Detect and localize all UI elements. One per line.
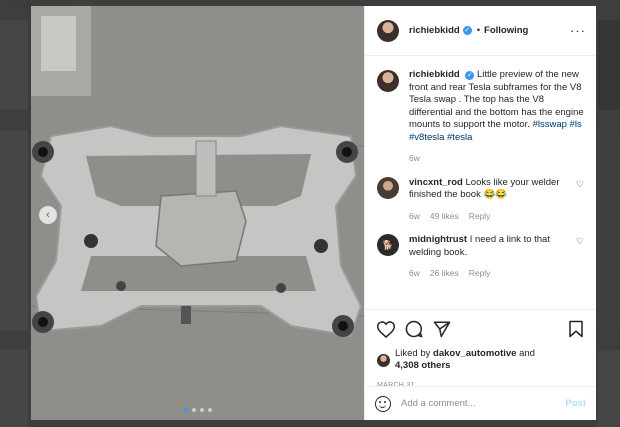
author-avatar[interactable]	[377, 19, 399, 42]
author-username[interactable]: richiebkidd	[409, 25, 460, 36]
commenter-avatar[interactable]: 🐕	[377, 234, 399, 256]
caption-age: 6w	[409, 153, 420, 163]
more-options-icon[interactable]: ···	[570, 23, 586, 38]
reply-button[interactable]: Reply	[469, 267, 491, 280]
add-comment-bar: Post	[365, 386, 596, 420]
post-actions: Liked by dakov_automotive and 4,308 othe…	[365, 309, 596, 389]
following-button[interactable]: Following	[484, 25, 528, 36]
verified-badge-icon: ✓	[465, 71, 475, 80]
bookmark-icon[interactable]	[568, 320, 584, 338]
comment-age: 6w	[409, 268, 420, 278]
carousel-dot	[183, 408, 188, 412]
reply-button[interactable]: Reply	[469, 210, 491, 223]
post-header: richiebkidd ✓ • Following ···	[365, 6, 596, 56]
comment-item: vincxnt_rod Looks like your welder finis…	[377, 176, 584, 223]
caption-username[interactable]: richiebkidd	[409, 69, 460, 80]
caption-entry: richiebkidd ✓ Little preview of the new …	[377, 69, 584, 165]
comment-username[interactable]: midnightrust	[409, 234, 467, 245]
subframe-photo	[31, 6, 364, 420]
comment-age: 6w	[409, 210, 420, 221]
liker-avatar[interactable]	[377, 353, 390, 367]
liked-by-others[interactable]: 4,308 others	[395, 360, 450, 371]
post-comment-button[interactable]: Post	[565, 398, 586, 409]
post-photo: ‹	[31, 6, 364, 420]
carousel-dots	[31, 408, 364, 412]
commenter-avatar[interactable]	[377, 176, 399, 199]
carousel-dot	[191, 408, 196, 412]
comment-input[interactable]	[401, 398, 566, 409]
comment-bubble-icon[interactable]	[405, 320, 423, 338]
liked-by-row: Liked by dakov_automotive and 4,308 othe…	[377, 348, 584, 372]
comment-likes[interactable]: 26 likes	[430, 267, 459, 280]
liked-by-prefix: Liked by	[395, 348, 431, 359]
comments-list[interactable]: richiebkidd ✓ Little preview of the new …	[365, 57, 596, 309]
comment-like-heart-icon[interactable]: ♡	[576, 179, 584, 223]
verified-badge-icon: ✓	[462, 26, 472, 35]
comment-like-heart-icon[interactable]: ♡	[576, 236, 584, 280]
previous-image-arrow-icon[interactable]: ‹	[39, 206, 57, 224]
share-paper-plane-icon[interactable]	[433, 320, 451, 338]
carousel-dot	[207, 408, 212, 412]
like-heart-icon[interactable]	[377, 320, 395, 338]
post-modal: ‹ richiebkidd ✓ • Following ··· richiebk…	[31, 6, 596, 420]
liked-by-and: and	[519, 348, 535, 359]
follow-separator: •	[476, 25, 481, 36]
carousel-dot	[199, 408, 204, 412]
emoji-picker-icon[interactable]	[375, 395, 391, 412]
comment-username[interactable]: vincxnt_rod	[409, 177, 463, 188]
post-side-panel: richiebkidd ✓ • Following ··· richiebkid…	[364, 6, 596, 420]
comment-likes[interactable]: 49 likes	[430, 210, 459, 223]
liked-by-username[interactable]: dakov_automotive	[433, 348, 516, 359]
comment-item: 🐕 midnightrust I need a link to that wel…	[377, 234, 584, 280]
caption-avatar[interactable]	[377, 70, 399, 92]
